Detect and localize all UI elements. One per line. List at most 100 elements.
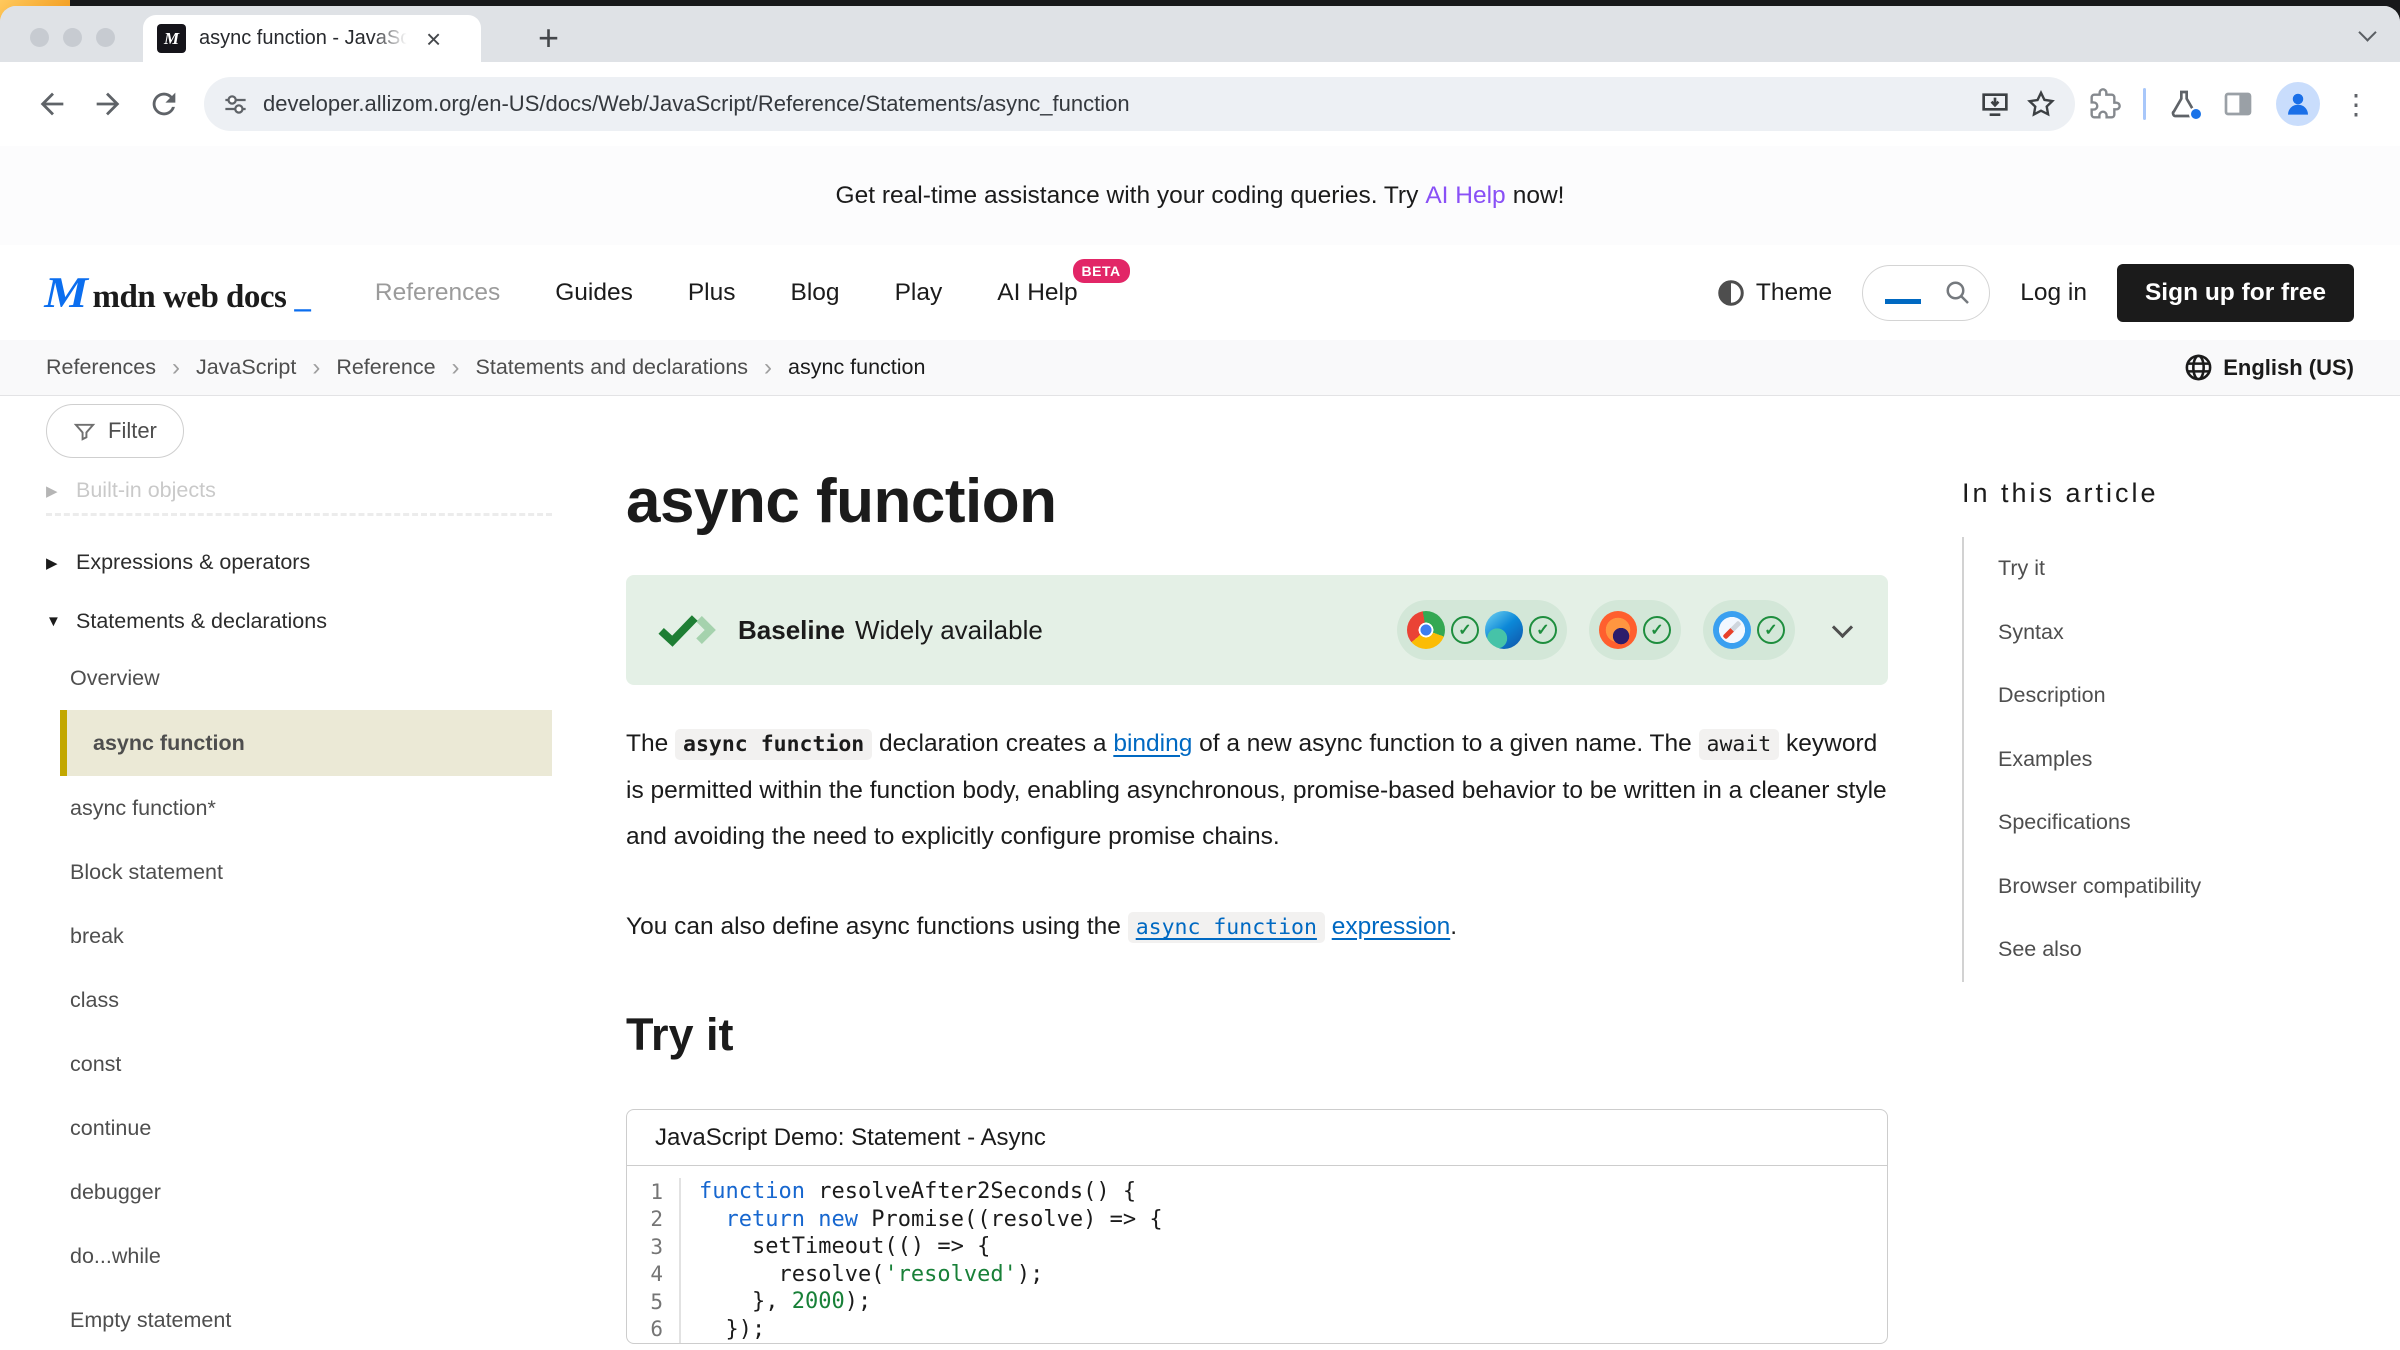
support-pill-safari: ✓ — [1703, 600, 1795, 660]
code-line: 6 }); — [627, 1316, 1887, 1344]
check-icon: ✓ — [1529, 616, 1557, 644]
mdn-logo[interactable]: M mdn web docs _ — [46, 267, 311, 318]
nav-play[interactable]: Play — [895, 279, 943, 307]
sidebar-section-built-in-objects[interactable]: ▶ Built-in objects — [46, 478, 552, 503]
toc-item-see-also[interactable]: See also — [1964, 918, 2354, 982]
mdn-favicon: M — [157, 24, 186, 53]
table-of-contents: In this article Try it Syntax Descriptio… — [1962, 396, 2354, 1350]
toc-item-browser-compatibility[interactable]: Browser compatibility — [1964, 855, 2354, 919]
section-label: Expressions & operators — [76, 550, 310, 575]
sidebar-item-const[interactable]: const — [46, 1032, 552, 1096]
try-it-heading: Try it — [626, 1009, 1888, 1061]
expression-link[interactable]: expression — [1332, 913, 1450, 940]
text-run — [1325, 913, 1332, 940]
nav-blog[interactable]: Blog — [791, 279, 840, 307]
search-icon[interactable] — [1943, 278, 1973, 308]
filter-funnel-icon — [73, 420, 96, 443]
search-caret — [1885, 299, 1921, 304]
address-bar[interactable]: developer.allizom.org/en-US/docs/Web/Jav… — [204, 77, 2075, 131]
sidebar-item-break[interactable]: break — [46, 904, 552, 968]
site-settings-icon[interactable] — [222, 91, 249, 118]
binding-link[interactable]: binding — [1113, 730, 1192, 757]
toc-item-try-it[interactable]: Try it — [1964, 537, 2354, 601]
url-text[interactable]: developer.allizom.org/en-US/docs/Web/Jav… — [263, 91, 1965, 117]
window-zoom-button[interactable] — [96, 28, 115, 47]
demo-code-editor[interactable]: 1 function resolveAfter2Seconds() { 2 re… — [627, 1166, 1887, 1343]
toc-item-specifications[interactable]: Specifications — [1964, 791, 2354, 855]
tab-search-chevron-icon[interactable] — [2358, 23, 2376, 41]
async-function-expression-code-link[interactable]: async function — [1128, 912, 1325, 943]
sidebar-section-expressions[interactable]: ▶ Expressions & operators — [46, 550, 552, 575]
baseline-banner: Baseline Widely available ✓ ✓ ✓ — [626, 575, 1888, 685]
sidebar-item-async-function-active[interactable]: async function — [60, 710, 552, 776]
extensions-icon[interactable] — [2089, 88, 2121, 120]
window-minimize-button[interactable] — [63, 28, 82, 47]
document-sidebar: Filter ▶ Built-in objects ▶ Expressions … — [46, 396, 552, 1350]
tab-title: async function - JavaScript | — [199, 27, 411, 50]
browser-menu-icon[interactable]: ⋮ — [2342, 88, 2370, 121]
text-run: declaration creates a — [872, 730, 1113, 757]
language-label: English (US) — [2223, 355, 2354, 381]
breadcrumb-javascript[interactable]: JavaScript — [196, 355, 296, 380]
sidebar-filter-button[interactable]: Filter — [46, 404, 184, 458]
baseline-label: Baseline — [738, 615, 845, 645]
inline-code-async-function: async function — [675, 729, 872, 760]
toc-item-description[interactable]: Description — [1964, 664, 2354, 728]
main-layout: Filter ▶ Built-in objects ▶ Expressions … — [0, 396, 2400, 1350]
text-run: of a new async function to a given name.… — [1192, 730, 1698, 757]
sidebar-item-do-while[interactable]: do...while — [46, 1224, 552, 1288]
nav-ai-help[interactable]: AI HelpBETA — [997, 279, 1077, 307]
tab-close-icon[interactable]: × — [426, 26, 441, 52]
baseline-availability: Widely available — [855, 615, 1043, 645]
expression-paragraph: You can also define async functions usin… — [626, 904, 1888, 951]
sidebar-item-async-function-star[interactable]: async function* — [46, 776, 552, 840]
side-panel-icon[interactable] — [2222, 88, 2254, 120]
signup-button[interactable]: Sign up for free — [2117, 264, 2354, 322]
ai-help-link[interactable]: AI Help — [1425, 182, 1505, 210]
nav-plus[interactable]: Plus — [688, 279, 736, 307]
back-button[interactable] — [24, 76, 80, 132]
toc-list: Try it Syntax Description Examples Speci… — [1962, 537, 2354, 982]
mdn-logo-text: mdn web docs — [93, 279, 287, 316]
sidebar-section-statements[interactable]: ▼ Statements & declarations — [46, 609, 552, 634]
install-app-icon[interactable] — [1979, 88, 2011, 120]
toolbar-right-icons: ⋮ — [2089, 82, 2376, 126]
theme-switcher[interactable]: Theme — [1716, 278, 1832, 308]
sidebar-item-empty-statement[interactable]: Empty statement — [46, 1288, 552, 1350]
sidebar-item-continue[interactable]: continue — [46, 1096, 552, 1160]
sidebar-item-overview[interactable]: Overview — [46, 646, 552, 710]
window-close-button[interactable] — [30, 28, 49, 47]
nav-references[interactable]: References — [375, 279, 500, 307]
line-number: 3 — [627, 1233, 681, 1261]
browser-tab[interactable]: M async function - JavaScript | × — [143, 15, 481, 62]
promo-text-after: now! — [1513, 182, 1565, 210]
theme-label: Theme — [1756, 279, 1832, 307]
section-label: Built-in objects — [76, 478, 216, 503]
toc-item-examples[interactable]: Examples — [1964, 728, 2354, 792]
language-switcher[interactable]: English (US) — [2183, 352, 2354, 383]
breadcrumb-references[interactable]: References — [46, 355, 156, 380]
notification-dot — [2189, 107, 2203, 121]
interactive-demo: JavaScript Demo: Statement - Async 1 fun… — [626, 1109, 1888, 1344]
bookmark-star-icon[interactable] — [2025, 88, 2057, 120]
profile-avatar[interactable] — [2276, 82, 2320, 126]
nav-guides[interactable]: Guides — [555, 279, 633, 307]
breadcrumb-reference[interactable]: Reference — [336, 355, 435, 380]
check-icon: ✓ — [1643, 616, 1671, 644]
line-number: 5 — [627, 1288, 681, 1316]
toc-item-syntax[interactable]: Syntax — [1964, 601, 2354, 665]
new-tab-button[interactable]: + — [538, 14, 559, 62]
sidebar-item-debugger[interactable]: debugger — [46, 1160, 552, 1224]
forward-button[interactable] — [80, 76, 136, 132]
firefox-icon — [1599, 611, 1637, 649]
login-link[interactable]: Log in — [2020, 279, 2087, 307]
breadcrumb-statements[interactable]: Statements and declarations — [476, 355, 749, 380]
search-input[interactable] — [1862, 265, 1990, 321]
chevron-right-icon: › — [172, 354, 180, 382]
reload-button[interactable] — [136, 76, 192, 132]
article-content: async function Baseline Widely available … — [626, 396, 1888, 1350]
experiments-button[interactable] — [2168, 88, 2200, 120]
baseline-expand-chevron-icon[interactable] — [1832, 616, 1853, 637]
sidebar-item-class[interactable]: class — [46, 968, 552, 1032]
sidebar-item-block-statement[interactable]: Block statement — [46, 840, 552, 904]
